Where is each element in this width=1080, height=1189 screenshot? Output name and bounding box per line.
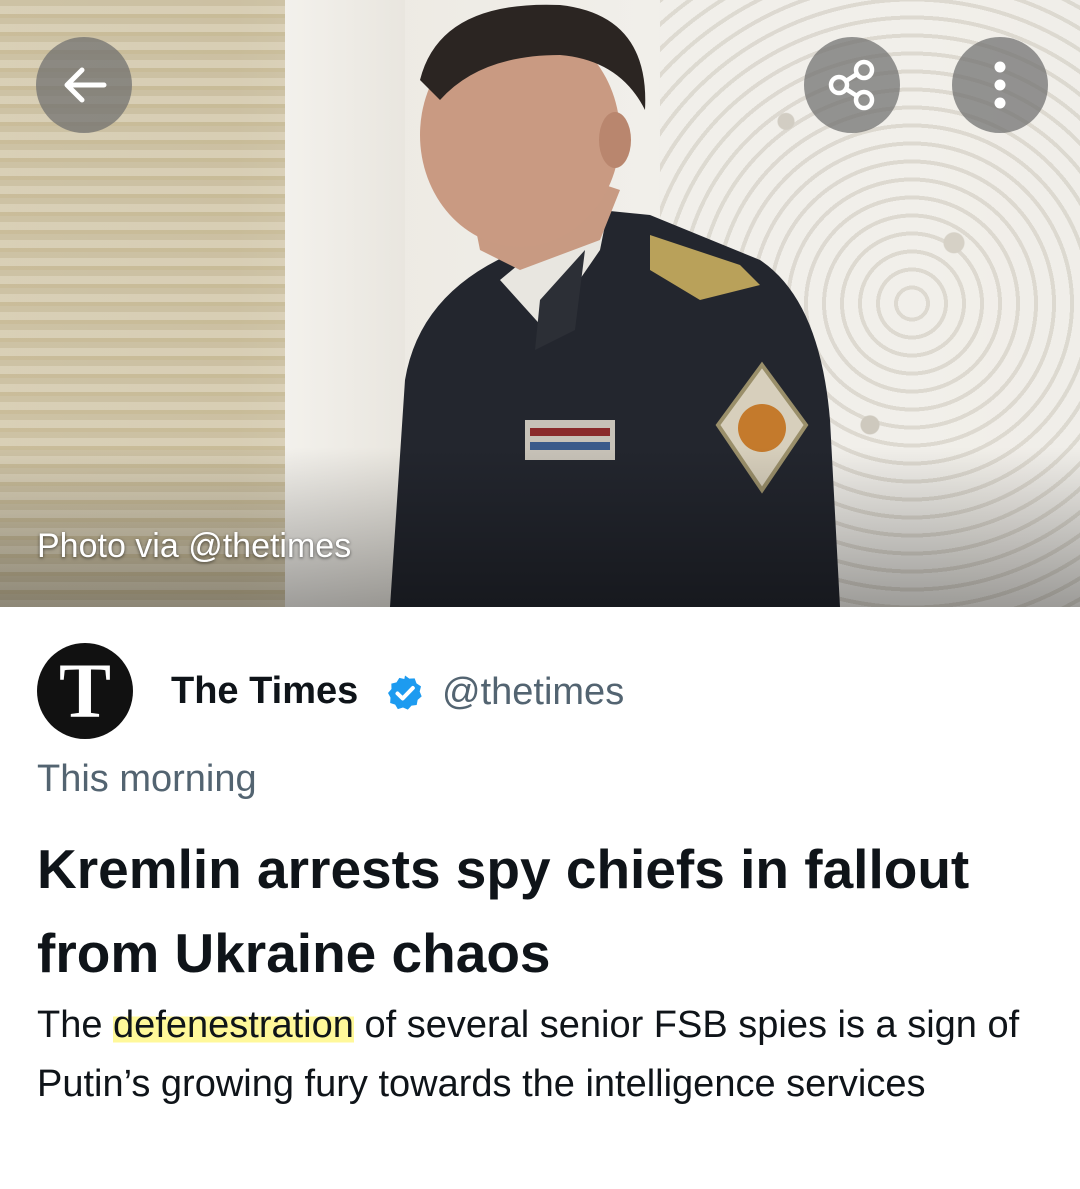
more-vertical-icon xyxy=(994,61,1006,109)
back-button[interactable] xyxy=(36,37,132,133)
author-name[interactable]: The Times xyxy=(171,670,358,713)
more-options-button[interactable] xyxy=(952,37,1048,133)
share-button[interactable] xyxy=(804,37,900,133)
article-description: The defenestration of several senior FSB… xyxy=(37,996,1047,1114)
description-text-start: The xyxy=(37,1004,114,1046)
timestamp: This morning xyxy=(37,758,257,800)
author-row[interactable]: T The Times @thetimes xyxy=(37,643,1037,739)
avatar[interactable]: T xyxy=(37,643,133,739)
article-hero-image[interactable]: Photo via @thetimes xyxy=(0,0,1080,607)
article-headline[interactable]: Kremlin arrests spy chiefs in fallout fr… xyxy=(37,827,1047,995)
photo-credit: Photo via @thetimes xyxy=(37,527,352,565)
verified-badge-icon xyxy=(388,675,422,710)
author-handle[interactable]: @thetimes xyxy=(442,671,624,714)
avatar-letter: T xyxy=(58,647,112,734)
arrow-left-icon xyxy=(64,67,107,103)
highlighted-word: defenestration xyxy=(113,1004,354,1046)
share-icon xyxy=(828,59,875,111)
